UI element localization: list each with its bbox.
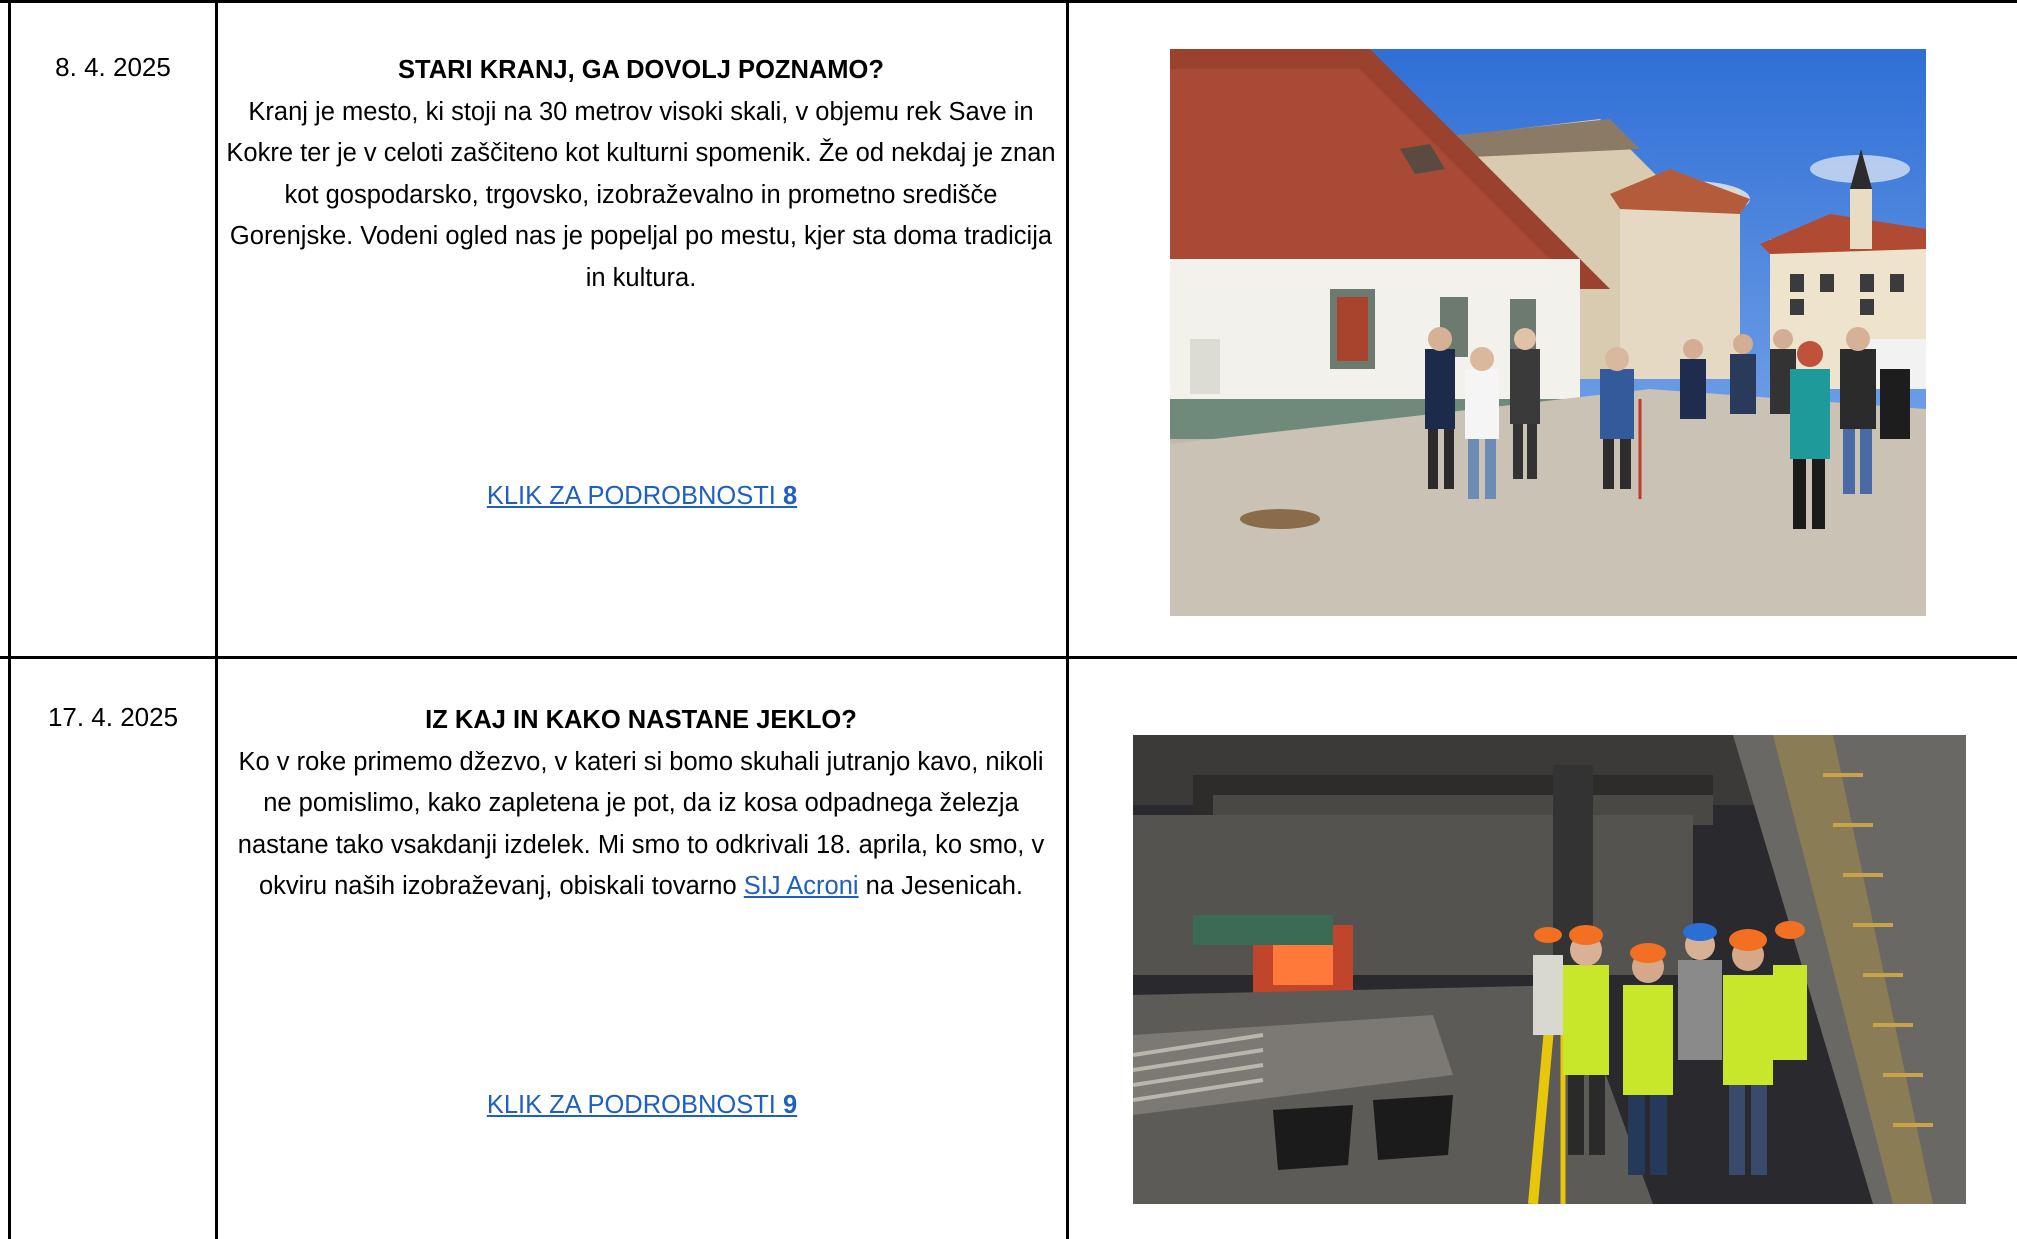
details-link[interactable]: KLIK ZA PODROBNOSTI 9: [487, 1091, 797, 1119]
details-link-number: 9: [782, 1091, 798, 1119]
details-link[interactable]: KLIK ZA PODROBNOSTI 8: [487, 482, 797, 510]
event-title: IZ KAJ IN KAKO NASTANE JEKLO?: [425, 706, 857, 734]
company-link[interactable]: SIJ Acroni: [744, 872, 859, 900]
event-date: 17. 4. 2025: [47, 702, 179, 732]
column-divider-2: [1066, 0, 1069, 1239]
event-description-end: na Jesenicah.: [865, 872, 1024, 900]
row-divider: [0, 656, 2017, 659]
event-date: 8. 4. 2025: [55, 52, 171, 82]
details-link-container: KLIK ZA PODROBNOSTI 9: [218, 1091, 1066, 1131]
event-description-cell: IZ KAJ IN KAKO NASTANE JEKLO? Ko v roke …: [226, 700, 1056, 908]
event-photo-steelworks: [1133, 735, 1966, 1204]
details-link-label: KLIK ZA PODROBNOSTI: [486, 482, 776, 510]
column-divider-1: [215, 0, 218, 1239]
details-link-number: 8: [782, 482, 798, 510]
event-photo-kranj: [1170, 49, 1926, 616]
event-description-cell: STARI KRANJ, GA DOVOLJ POZNAMO? Kranj je…: [226, 50, 1056, 299]
details-link-container: KLIK ZA PODROBNOSTI 8: [218, 482, 1066, 522]
event-title: STARI KRANJ, GA DOVOLJ POZNAMO?: [398, 56, 884, 84]
table-top-border: [0, 0, 2017, 3]
details-link-label: KLIK ZA PODROBNOSTI: [486, 1091, 776, 1119]
event-description: Kranj je mesto, ki stoji na 30 metrov vi…: [226, 97, 1056, 292]
table-left-border: [8, 0, 11, 1239]
